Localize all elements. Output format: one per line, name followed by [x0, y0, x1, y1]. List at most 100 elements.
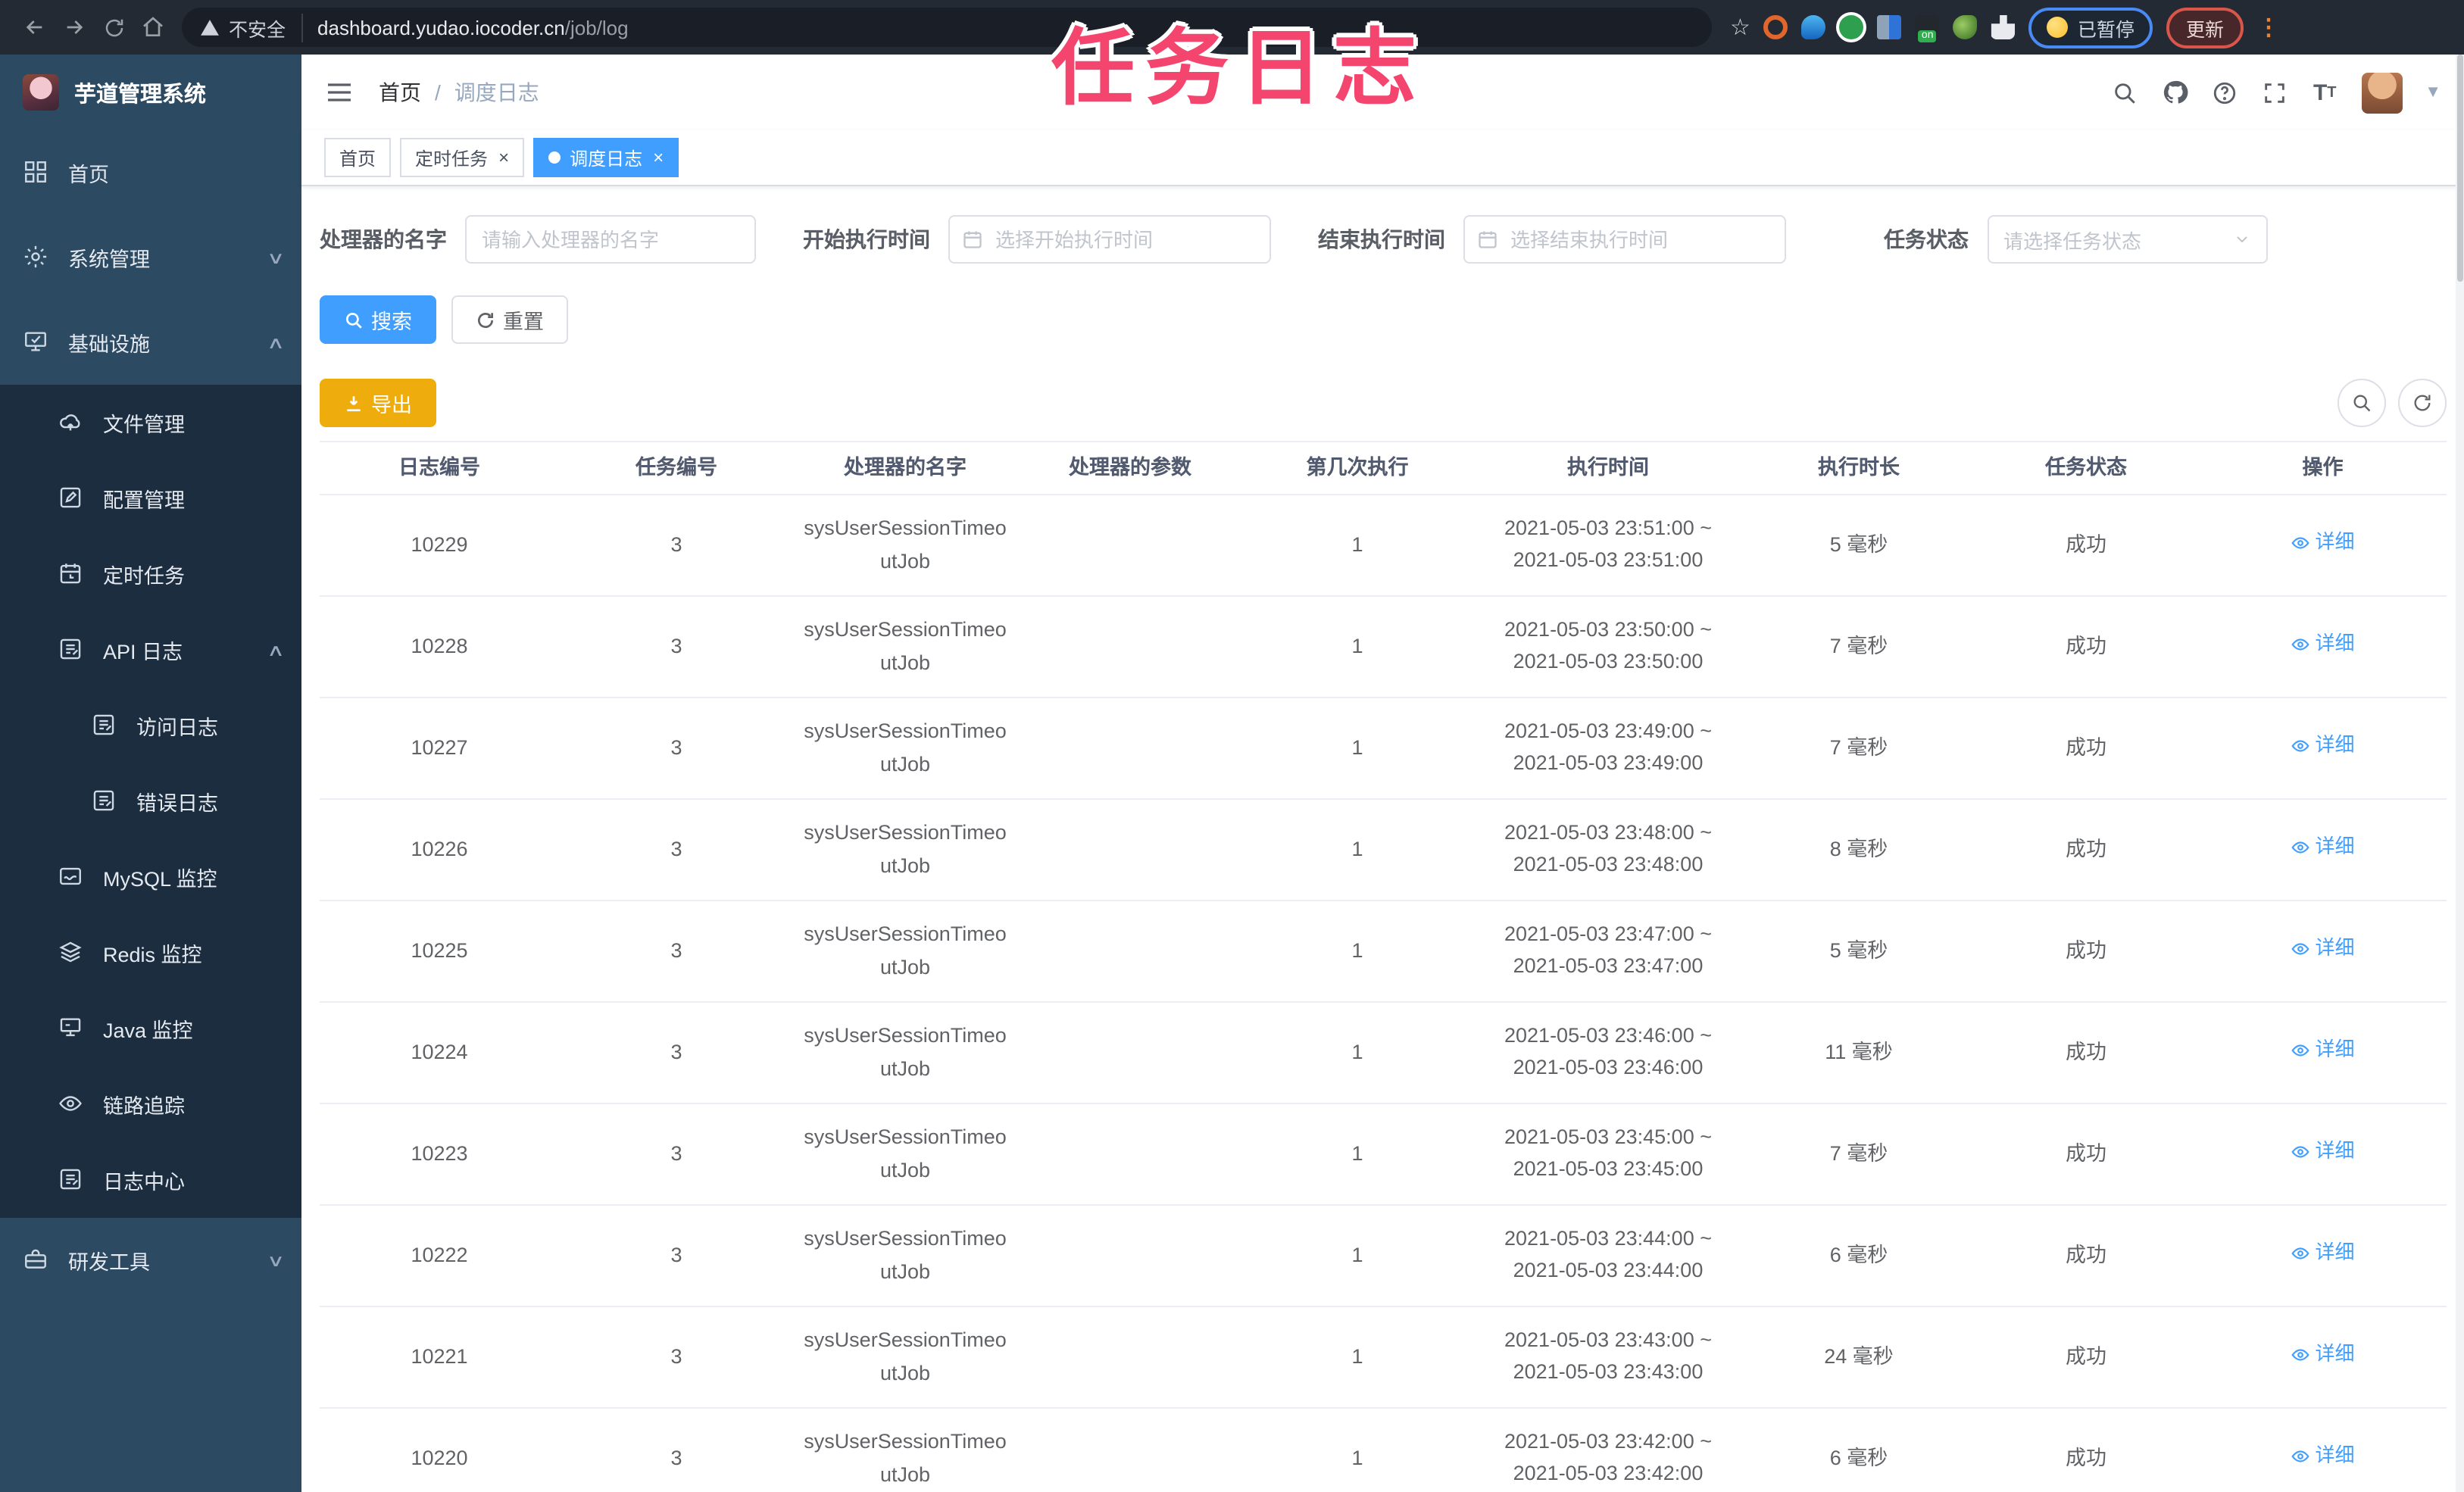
- help-icon[interactable]: [2211, 79, 2238, 106]
- extension-icon[interactable]: [1801, 15, 1826, 39]
- eye-icon: [2291, 1142, 2310, 1162]
- end-time-input[interactable]: [1463, 215, 1786, 264]
- detail-link[interactable]: 详细: [2291, 731, 2355, 761]
- nth-cell: 1: [1351, 837, 1363, 860]
- tab-首页[interactable]: 首页: [324, 138, 392, 177]
- log-id-cell: 10229: [411, 532, 468, 556]
- security-label: 不安全: [229, 19, 286, 40]
- table-row: 10225 3 sysUserSessionTimeoutJob 1 2021-05-0…: [320, 901, 2446, 1003]
- paused-extension-pill[interactable]: 已暂停: [2028, 7, 2153, 48]
- detail-link[interactable]: 详细: [2291, 629, 2355, 660]
- sidebar-item-错误日志[interactable]: 错误日志: [0, 763, 301, 839]
- security-chip[interactable]: 不安全: [200, 13, 303, 42]
- log-icon: [91, 788, 118, 815]
- breadcrumb-home[interactable]: 首页: [379, 77, 421, 108]
- browser-back-icon[interactable]: [15, 8, 55, 47]
- extensions-puzzle-icon[interactable]: [1991, 15, 2016, 39]
- sidebar-item-配置管理[interactable]: 配置管理: [0, 460, 301, 536]
- status-cell: 成功: [2066, 1446, 2106, 1469]
- sidebar-item-文件管理[interactable]: 文件管理: [0, 385, 301, 460]
- download-icon: [347, 395, 361, 411]
- table-toolbar: 导出: [320, 379, 2446, 427]
- detail-link[interactable]: 详细: [2291, 1035, 2355, 1066]
- browser-forward-icon[interactable]: [55, 8, 94, 47]
- user-avatar[interactable]: [2361, 72, 2403, 113]
- scrollbar[interactable]: [2455, 55, 2464, 1492]
- sidebar-item-Java 监控[interactable]: Java 监控: [0, 991, 301, 1066]
- sidebar-item-基础设施[interactable]: 基础设施 ∧: [0, 300, 301, 385]
- status-cell: 成功: [2066, 1141, 2106, 1165]
- reset-button[interactable]: 重置: [451, 295, 568, 344]
- table-row: 10223 3 sysUserSessionTimeoutJob 1 2021-05-0…: [320, 1104, 2446, 1206]
- duration-cell: 7 毫秒: [1829, 1141, 1888, 1165]
- calendar-icon: [962, 228, 983, 249]
- refresh-table-button[interactable]: [2397, 379, 2446, 427]
- chevron-down-icon[interactable]: ▼: [2425, 83, 2441, 101]
- sidebar-item-系统管理[interactable]: 系统管理 ∨: [0, 215, 301, 300]
- sidebar-item-MySQL 监控[interactable]: MySQL 监控: [0, 839, 301, 915]
- browser-home-icon[interactable]: [133, 8, 173, 47]
- browser-menu-icon[interactable]: ⋮: [2257, 16, 2280, 39]
- extension-icon[interactable]: [1877, 15, 1902, 39]
- extension-on-icon[interactable]: on: [1915, 15, 1940, 42]
- sidebar-item-API 日志[interactable]: API 日志 ∧: [0, 612, 301, 688]
- chevron-down-icon: ∨: [266, 249, 286, 267]
- detail-link[interactable]: 详细: [2291, 1238, 2355, 1269]
- start-time-input[interactable]: [948, 215, 1271, 264]
- table-row: 10227 3 sysUserSessionTimeoutJob 1 2021-05-0…: [320, 698, 2446, 800]
- eye-icon: [58, 1091, 85, 1118]
- search-button[interactable]: 搜索: [320, 295, 436, 344]
- sidebar-item-链路追踪[interactable]: 链路追踪: [0, 1066, 301, 1142]
- tab-定时任务[interactable]: 定时任务 ×: [400, 138, 525, 177]
- bookmark-star-icon[interactable]: ☆: [1730, 14, 1750, 41]
- eye-icon: [2291, 1447, 2310, 1466]
- status-cell: 成功: [2066, 1243, 2106, 1266]
- sidebar-item-研发工具[interactable]: 研发工具 ∨: [0, 1218, 301, 1303]
- cloud-upload-icon: [58, 409, 85, 436]
- handler-cell: sysUserSessionTimeoutJob: [804, 821, 1007, 877]
- sidebar-item-Redis 监控[interactable]: Redis 监控: [0, 915, 301, 991]
- address-bar[interactable]: 不安全 dashboard.yudao.iocoder.cn/job/log: [182, 8, 1712, 47]
- fullscreen-icon[interactable]: [2261, 79, 2288, 106]
- detail-link[interactable]: 详细: [2291, 1441, 2355, 1472]
- github-icon[interactable]: [2161, 79, 2188, 106]
- extension-icon[interactable]: [1763, 15, 1788, 39]
- font-size-icon[interactable]: TT: [2311, 79, 2338, 106]
- status-select[interactable]: 请选择任务状态: [1987, 215, 2267, 264]
- export-button[interactable]: 导出: [320, 379, 436, 427]
- handler-cell: sysUserSessionTimeoutJob: [804, 1227, 1007, 1283]
- sidebar-item-日志中心[interactable]: 日志中心: [0, 1142, 301, 1218]
- close-icon[interactable]: ×: [498, 148, 509, 167]
- time-cell: 2021-05-03 23:47:00 ~2021-05-03 23:47:00: [1504, 922, 1712, 977]
- close-icon[interactable]: ×: [653, 148, 664, 167]
- java-icon: [58, 1015, 85, 1042]
- detail-link[interactable]: 详细: [2291, 1340, 2355, 1370]
- time-cell: 2021-05-03 23:43:00 ~2021-05-03 23:43:00: [1504, 1328, 1712, 1383]
- handler-input[interactable]: [465, 215, 756, 264]
- handler-cell: sysUserSessionTimeoutJob: [804, 1024, 1007, 1080]
- sidebar-item-首页[interactable]: 首页: [0, 130, 301, 215]
- hamburger-icon[interactable]: [324, 77, 354, 108]
- status-cell: 成功: [2066, 1344, 2106, 1368]
- update-label: 更新: [2185, 19, 2224, 40]
- task-id-cell: 3: [670, 735, 682, 759]
- toggle-search-button[interactable]: [2337, 379, 2385, 427]
- sidebar-item-定时任务[interactable]: 定时任务: [0, 536, 301, 612]
- browser-refresh-icon[interactable]: [94, 8, 133, 47]
- detail-link[interactable]: 详细: [2291, 934, 2355, 964]
- search-icon[interactable]: [2111, 79, 2138, 106]
- tab-调度日志[interactable]: 调度日志 ×: [533, 138, 679, 177]
- extension-icon[interactable]: [1839, 15, 1864, 39]
- time-cell: 2021-05-03 23:49:00 ~2021-05-03 23:49:00: [1504, 719, 1712, 774]
- sidebar-item-访问日志[interactable]: 访问日志: [0, 688, 301, 763]
- eye-icon: [2291, 939, 2310, 959]
- handler-cell: sysUserSessionTimeoutJob: [804, 922, 1007, 979]
- chevron-up-icon: ∧: [266, 334, 286, 352]
- extension-icon[interactable]: [1953, 15, 1978, 39]
- detail-link[interactable]: 详细: [2291, 528, 2355, 558]
- app-logo-row[interactable]: 芋道管理系统: [0, 55, 301, 130]
- browser-update-button[interactable]: 更新: [2166, 7, 2244, 48]
- scrollbar-thumb[interactable]: [2456, 55, 2462, 282]
- detail-link[interactable]: 详细: [2291, 832, 2355, 863]
- detail-link[interactable]: 详细: [2291, 1137, 2355, 1167]
